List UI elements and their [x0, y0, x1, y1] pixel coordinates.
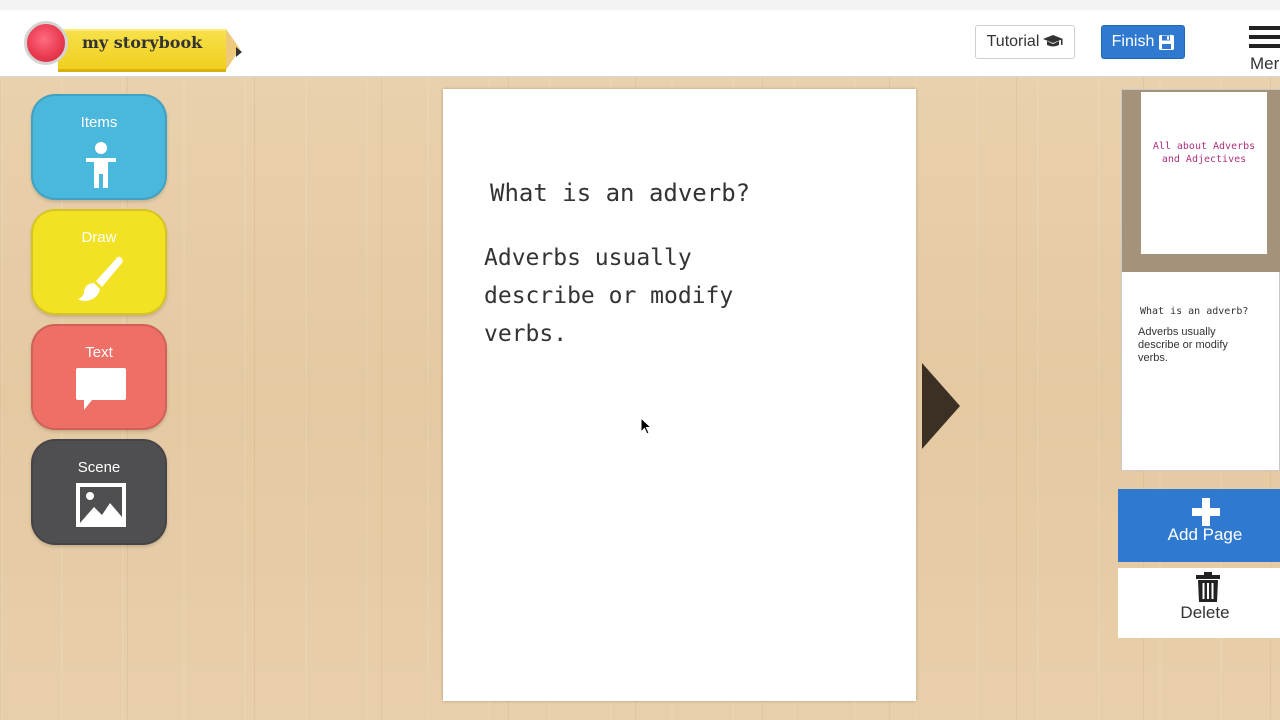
scene-label: Scene: [77, 459, 121, 476]
items-tool-button[interactable]: Items: [31, 94, 167, 200]
items-label: Items: [80, 114, 118, 131]
plus-icon: [1192, 498, 1220, 526]
finish-button[interactable]: Finish: [1101, 25, 1185, 59]
menu-icon: [1249, 26, 1280, 30]
tutorial-label: Tutorial: [986, 33, 1040, 50]
page-thumbnails: All about Adverbs and Adjectives What is…: [1121, 89, 1280, 471]
app-logo[interactable]: my storybook: [22, 19, 244, 72]
graduation-cap-icon: [1043, 35, 1064, 47]
top-bar: my storybook Tutorial Finish Mer: [0, 10, 1280, 77]
storybook-page[interactable]: What is an adverb? Adverbs usually descr…: [443, 89, 916, 701]
speech-bubble-icon: [76, 368, 126, 410]
menu-label: Mer: [1250, 54, 1280, 73]
menu-button[interactable]: Mer: [1246, 22, 1280, 76]
thumbnail-cover[interactable]: All about Adverbs and Adjectives: [1122, 90, 1280, 272]
add-page-label: Add Page: [1167, 525, 1243, 544]
trash-icon: [1196, 572, 1220, 602]
pencil-lead: [236, 47, 242, 57]
person-icon: [86, 142, 116, 188]
menu-icon-bar: [1249, 44, 1280, 48]
delete-label: Delete: [1180, 603, 1230, 622]
pencil-eraser-icon: [24, 21, 68, 65]
image-icon: [76, 483, 126, 527]
mouse-cursor-icon: [640, 417, 653, 435]
scene-tool-button[interactable]: Scene: [31, 439, 167, 545]
add-page-button[interactable]: Add Page: [1118, 489, 1280, 562]
thumbnail-cover-title: All about Adverbs and Adjectives: [1152, 141, 1256, 165]
text-label: Text: [85, 344, 113, 361]
page-body-text[interactable]: Adverbs usually describe or modify verbs…: [484, 239, 774, 353]
page-heading[interactable]: What is an adverb?: [490, 179, 750, 207]
save-icon: [1159, 34, 1175, 50]
draw-label: Draw: [81, 229, 117, 246]
thumbnail-cover-page: All about Adverbs and Adjectives: [1141, 92, 1267, 254]
menu-icon-bar: [1249, 35, 1280, 39]
logo-text: my storybook: [82, 33, 203, 52]
draw-tool-button[interactable]: Draw: [31, 209, 167, 315]
thumbnail-heading: What is an adverb?: [1140, 306, 1249, 317]
brush-icon: [78, 256, 123, 301]
text-tool-button[interactable]: Text: [31, 324, 167, 430]
tutorial-button[interactable]: Tutorial: [975, 25, 1075, 59]
thumbnail-body: Adverbs usually describe or modify verbs…: [1138, 326, 1228, 364]
next-page-arrow-icon[interactable]: [922, 363, 960, 449]
delete-page-button[interactable]: Delete: [1118, 568, 1280, 638]
finish-label: Finish: [1111, 33, 1155, 50]
